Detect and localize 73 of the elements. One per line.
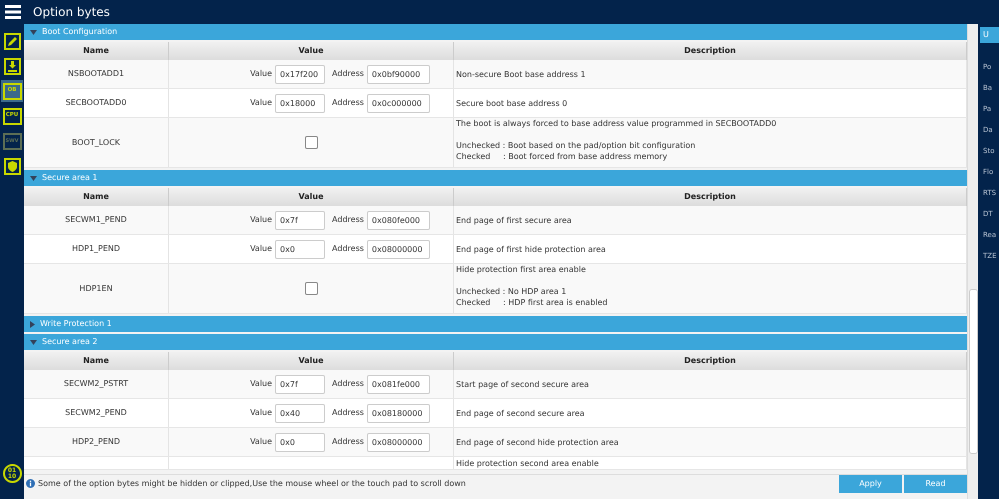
collapse-arrow-icon (30, 340, 37, 344)
value-field[interactable]: 0x7f (275, 374, 326, 394)
address-label: Address (332, 436, 364, 448)
option-name: HDP2_PEND (72, 436, 120, 448)
value-label: Value (250, 214, 272, 226)
description-text: Non-secure Boot base address 1 (456, 68, 586, 80)
option-name: SECWM2_PEND (65, 407, 127, 419)
option-name: HDP1_PEND (72, 243, 120, 255)
value-field[interactable]: 0x7f (275, 210, 326, 230)
description-text: End page of first hide protection area (456, 244, 606, 254)
pencil-icon (4, 32, 20, 50)
description-text: Hide protection first area enable Unchecked : No HDP area 1 Checked : HDP first area is enabled (456, 264, 608, 308)
address-label: Address (332, 68, 364, 80)
column-header: Value (169, 352, 454, 370)
description-text: Start page of second secure area (456, 378, 589, 390)
value-field[interactable]: 0x0 (275, 432, 326, 452)
address-field[interactable]: 0x0c000000 (366, 94, 430, 112)
address-label: Address (332, 243, 364, 255)
description-text: Secure boot base address 0 (456, 98, 568, 108)
option-name: SECBOOTADD0 (66, 97, 126, 109)
collapse-arrow-icon (30, 30, 37, 34)
address-field[interactable]: 0x080fe000 (366, 210, 430, 230)
address-label: Address (332, 378, 364, 390)
sidebar-button[interactable] (1, 155, 23, 177)
option-name: SECWM1_PEND (65, 214, 127, 226)
value-label: Value (250, 243, 272, 255)
checkbox[interactable] (304, 282, 318, 295)
description-text: The boot is always forced to base address value programmed in SECBOOTADD0 Unchecked : Boot based on the pad/option bit configuration Checked : Boot forced from base address memory (456, 118, 776, 162)
expand-arrow-icon (30, 320, 35, 328)
address-field[interactable]: 0x0bf90000 (366, 64, 430, 84)
column-header: Value (169, 42, 454, 60)
value-field[interactable]: 0x40 (275, 404, 326, 422)
description-text: End page of second hide protection area (456, 436, 619, 448)
status-message: Some of the option bytes might be hidden or clipped,Use the mouse wheel or the touch pad to scroll down (38, 478, 467, 490)
column-header: Name (24, 188, 169, 206)
window-title: Option bytes (33, 4, 110, 21)
option-name: HDP1EN (79, 282, 113, 294)
value-label: Value (250, 436, 272, 448)
value-field[interactable]: 0x18000 (275, 94, 326, 112)
address-label: Address (332, 214, 364, 226)
value-field[interactable]: 0x0 (275, 240, 326, 258)
address-field[interactable]: 0x081fe000 (366, 374, 430, 394)
address-label: Address (332, 407, 364, 419)
address-label: Address (332, 97, 364, 109)
address-field[interactable]: 0x08180000 (366, 404, 430, 422)
collapse-arrow-icon (30, 176, 37, 180)
sidebar-button[interactable] (1, 30, 23, 52)
value-label: Value (250, 407, 272, 419)
menu-icon[interactable] (5, 5, 21, 19)
shield-icon (4, 158, 20, 174)
description-text: End page of second secure area (456, 408, 585, 418)
sidebar-button[interactable] (1, 55, 23, 77)
value-label: Value (250, 97, 272, 109)
option-name: NSBOOTADD1 (68, 68, 124, 80)
checkbox[interactable] (304, 136, 318, 149)
value-field[interactable]: 0x17f200 (275, 64, 326, 84)
address-field[interactable]: 0x08000000 (366, 240, 430, 258)
download-icon (4, 58, 20, 74)
option-name: BOOT_LOCK (72, 136, 120, 148)
column-header: Description (454, 42, 967, 60)
value-label: Value (250, 378, 272, 390)
scrollbar-thumb[interactable] (969, 289, 978, 454)
column-header: Description (454, 188, 967, 206)
column-header: Name (24, 352, 169, 370)
address-field[interactable]: 0x08000000 (366, 432, 430, 452)
column-header: Description (454, 352, 967, 370)
description-text: End page of first secure area (456, 214, 572, 226)
column-header: Value (169, 188, 454, 206)
column-header: Name (24, 42, 169, 60)
option-name: SECWM2_PSTRT (64, 378, 128, 390)
scrollbar[interactable] (967, 24, 978, 499)
value-label: Value (250, 68, 272, 80)
description-text: Hide protection second area enable (456, 458, 599, 468)
